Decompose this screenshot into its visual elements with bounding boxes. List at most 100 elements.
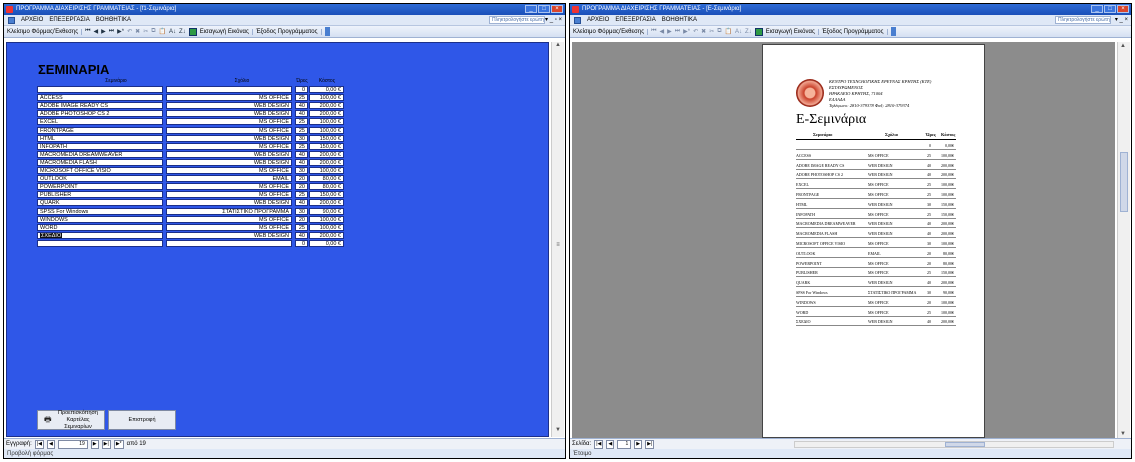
- new-record-icon[interactable]: ▶*: [683, 28, 690, 35]
- comment-field[interactable]: ΣΤΑΤΙΣΤΙΚΟ ΠΡΟΓΡΑΜΜΑ: [166, 207, 292, 215]
- hours-field[interactable]: 25: [295, 223, 308, 231]
- comment-field[interactable]: WEB DESIGN: [166, 102, 292, 110]
- hours-field[interactable]: 0: [295, 86, 308, 93]
- window-controls[interactable]: ▾ _ ×: [1115, 16, 1128, 23]
- scroll-grip-icon[interactable]: ≡: [552, 242, 564, 252]
- prev-record-icon[interactable]: ◀: [660, 28, 665, 35]
- seminar-field[interactable]: ADOBE IMAGE READY CS: [37, 102, 163, 110]
- seminar-field[interactable]: FRONTPAGE: [37, 126, 163, 134]
- comment-field[interactable]: [166, 239, 292, 247]
- maximize-icon[interactable]: □: [538, 5, 550, 13]
- prev-record-icon[interactable]: ◀: [94, 28, 99, 35]
- insert-image-icon[interactable]: [754, 27, 763, 36]
- exit-program-button[interactable]: Έξοδος Προγράμματος: [822, 28, 888, 35]
- comment-field[interactable]: WEB DESIGN: [166, 231, 292, 239]
- cost-field[interactable]: 200,00 €: [309, 110, 344, 118]
- menu-edit[interactable]: ΕΠΕΞΕΡΓΑΣΙΑ: [615, 17, 655, 23]
- minimize-icon[interactable]: _: [1091, 5, 1103, 13]
- toolbar-options-icon[interactable]: [890, 27, 896, 36]
- hours-field[interactable]: 30: [295, 134, 308, 142]
- hours-field[interactable]: 25: [295, 94, 308, 102]
- cost-field[interactable]: 0,00 €: [309, 239, 344, 247]
- comment-field[interactable]: MS OFFICE: [166, 191, 292, 199]
- paste-icon[interactable]: 📋: [159, 28, 166, 35]
- hours-field[interactable]: 40: [295, 199, 308, 207]
- scroll-thumb[interactable]: [945, 442, 985, 447]
- hours-field[interactable]: 40: [295, 158, 308, 166]
- seminar-field[interactable]: QUARK: [37, 199, 163, 207]
- cost-field[interactable]: 200,00 €: [309, 231, 344, 239]
- comment-field[interactable]: [166, 86, 292, 93]
- comment-field[interactable]: MS OFFICE: [166, 167, 292, 174]
- cost-field[interactable]: 200,00 €: [309, 199, 344, 207]
- minimize-icon[interactable]: _: [525, 5, 537, 13]
- cost-field[interactable]: 0,00 €: [309, 86, 344, 93]
- hours-field[interactable]: 20: [295, 183, 308, 191]
- scroll-down-icon[interactable]: ▼: [1120, 431, 1126, 437]
- seminar-field[interactable]: HTML: [37, 134, 163, 142]
- cost-field[interactable]: 200,00 €: [309, 150, 344, 158]
- first-page-button[interactable]: |◀: [594, 439, 604, 449]
- first-record-button[interactable]: |◀: [34, 439, 44, 449]
- seminar-field[interactable]: WINDOWS: [37, 215, 163, 223]
- seminar-field[interactable]: POWERPOINT: [37, 183, 163, 191]
- hours-field[interactable]: 30: [295, 167, 308, 174]
- page-number-input[interactable]: 1: [617, 439, 632, 449]
- cost-field[interactable]: 80,00 €: [309, 183, 344, 191]
- sort-asc-icon[interactable]: A↓: [735, 29, 742, 35]
- cost-field[interactable]: 80,00 €: [309, 175, 344, 183]
- cost-field[interactable]: 200,00 €: [309, 102, 344, 110]
- close-icon[interactable]: ×: [551, 5, 563, 13]
- undo-icon[interactable]: ↶: [127, 28, 132, 35]
- maximize-icon[interactable]: □: [1104, 5, 1116, 13]
- hours-field[interactable]: 20: [295, 175, 308, 183]
- last-page-button[interactable]: ▶|: [645, 439, 655, 449]
- hours-field[interactable]: 40: [295, 110, 308, 118]
- comment-field[interactable]: MS OFFICE: [166, 223, 292, 231]
- comment-field[interactable]: WEB DESIGN: [166, 134, 292, 142]
- prev-record-button[interactable]: ◀: [46, 439, 55, 449]
- menu-edit[interactable]: ΕΠΕΞΕΡΓΑΣΙΑ: [49, 17, 89, 23]
- cost-field[interactable]: 100,00 €: [309, 126, 344, 134]
- delete-record-icon[interactable]: ✖: [135, 28, 140, 35]
- menu-file[interactable]: ΑΡΧΕΙΟ: [21, 17, 43, 23]
- undo-icon[interactable]: ↶: [693, 28, 698, 35]
- close-form-button[interactable]: Κλείσιμο Φόρμας/Έκθεσης: [7, 28, 83, 35]
- close-form-button[interactable]: Κλείσιμο Φόρμας/Έκθεσης: [573, 28, 649, 35]
- insert-image-icon[interactable]: [188, 27, 197, 36]
- hours-field[interactable]: 0: [295, 239, 308, 247]
- scroll-up-icon[interactable]: ▲: [1120, 43, 1126, 49]
- comment-field[interactable]: WEB DESIGN: [166, 110, 292, 118]
- seminar-field[interactable]: OUTLOOK: [37, 175, 163, 183]
- cut-icon[interactable]: ✂: [143, 28, 148, 35]
- horizontal-scrollbar[interactable]: [794, 441, 1114, 448]
- sort-asc-icon[interactable]: A↓: [169, 29, 176, 35]
- sort-desc-icon[interactable]: Z↓: [745, 29, 752, 35]
- new-record-icon[interactable]: ▶*: [117, 28, 124, 35]
- hours-field[interactable]: 25: [295, 191, 308, 199]
- first-record-icon[interactable]: ⏮: [85, 28, 90, 35]
- vertical-scrollbar[interactable]: ▲ ▼: [1117, 42, 1130, 438]
- cost-field[interactable]: 100,00 €: [309, 94, 344, 102]
- seminar-field[interactable]: ΣΧΕΔΙΟ: [37, 231, 163, 239]
- prev-page-button[interactable]: ◀: [606, 439, 615, 449]
- record-number-input[interactable]: 19: [57, 439, 88, 449]
- seminar-field[interactable]: [37, 86, 163, 93]
- preview-card-button[interactable]: 🖶 Προεπισκόπηση Καρτέλας Σεμιναρίων: [37, 410, 105, 430]
- hours-field[interactable]: 25: [295, 142, 308, 150]
- hours-field[interactable]: 20: [295, 215, 308, 223]
- menu-tools[interactable]: ΒΟΗΘΗΤΙΚΑ: [96, 17, 131, 23]
- seminar-field[interactable]: INFOPATH: [37, 142, 163, 150]
- window-controls[interactable]: ▾ _ ▫ ×: [545, 16, 562, 23]
- comment-field[interactable]: EMAIL: [166, 175, 292, 183]
- cost-field[interactable]: 150,00 €: [309, 142, 344, 150]
- help-search-input[interactable]: Πληκτρολογήστε ερώτηση: [1055, 16, 1111, 24]
- first-record-icon[interactable]: ⏮: [651, 28, 656, 35]
- insert-image-button[interactable]: Εισαγωγή Εικόνας: [766, 28, 819, 35]
- comment-field[interactable]: WEB DESIGN: [166, 199, 292, 207]
- cost-field[interactable]: 90,00 €: [309, 207, 344, 215]
- delete-record-icon[interactable]: ✖: [701, 28, 706, 35]
- seminar-field[interactable]: [37, 239, 163, 247]
- comment-field[interactable]: MS OFFICE: [166, 118, 292, 126]
- copy-icon[interactable]: ⧉: [717, 28, 721, 35]
